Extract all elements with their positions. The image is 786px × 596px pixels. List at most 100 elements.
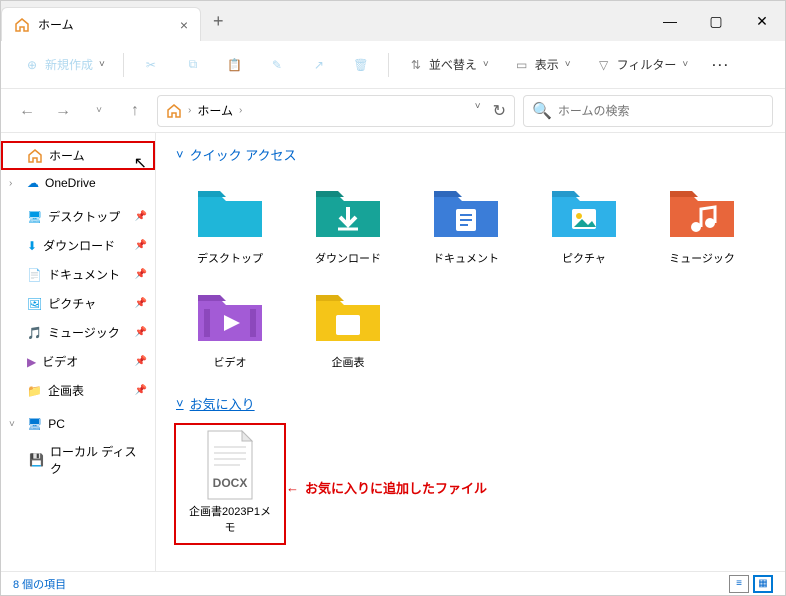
- sort-button[interactable]: ⇅ 並べ替え ˅: [397, 50, 499, 80]
- forward-button[interactable]: →: [49, 97, 77, 125]
- rename-icon: ✎: [268, 56, 286, 74]
- paste-button[interactable]: 📋: [216, 50, 254, 80]
- download-icon: ⬇: [27, 239, 37, 253]
- home-icon: [166, 103, 182, 119]
- sidebar-item-pictures[interactable]: 🖼ピクチャ📌: [1, 289, 155, 318]
- sidebar-item-videos[interactable]: ▶ビデオ📌: [1, 347, 155, 376]
- close-button[interactable]: ✕: [739, 1, 785, 41]
- chevron-down-icon[interactable]: ˅: [9, 419, 21, 430]
- refresh-icon[interactable]: ↻: [493, 101, 506, 121]
- sidebar-item-pc[interactable]: ˅ 🖥 PC: [1, 411, 155, 437]
- item-music[interactable]: ミュージック: [648, 176, 756, 270]
- item-videos[interactable]: ビデオ: [176, 280, 284, 374]
- sidebar-label: ピクチャ: [48, 295, 96, 312]
- item-label: ドキュメント: [433, 250, 499, 266]
- copy-button[interactable]: ⧉: [174, 50, 212, 80]
- sidebar-item-downloads[interactable]: ⬇ ダウンロード 📌: [1, 231, 155, 260]
- item-plans[interactable]: 企画表: [294, 280, 402, 374]
- sidebar-item-onedrive[interactable]: › ☁ OneDrive: [1, 170, 155, 196]
- more-button[interactable]: ···: [702, 52, 740, 78]
- item-documents[interactable]: ドキュメント: [412, 176, 520, 270]
- annotation-callout: ← お気に入りに追加したファイル: [286, 478, 487, 497]
- delete-button[interactable]: 🗑: [342, 50, 380, 80]
- sort-icon: ⇅: [407, 56, 425, 74]
- annotation-text: お気に入りに追加したファイル: [305, 478, 487, 497]
- sidebar-item-localdisk[interactable]: 💾ローカル ディスク: [1, 437, 155, 483]
- pin-icon: 📌: [135, 356, 147, 367]
- view-label: 表示: [535, 56, 559, 73]
- filter-icon: ▽: [595, 56, 613, 74]
- recent-button[interactable]: ˅: [85, 97, 113, 125]
- item-downloads[interactable]: ダウンロード: [294, 176, 402, 270]
- search-box[interactable]: 🔍: [523, 95, 773, 127]
- separator: [388, 53, 389, 77]
- window-controls: — ▢ ✕: [647, 1, 785, 41]
- sidebar-item-documents[interactable]: 📄ドキュメント📌: [1, 260, 155, 289]
- folder-document-icon: [430, 183, 502, 241]
- chevron-right-icon: ›: [188, 105, 191, 116]
- crumb-home[interactable]: ホーム: [197, 102, 233, 119]
- search-icon: 🔍: [532, 101, 552, 121]
- pin-icon: 📌: [135, 327, 147, 338]
- section-favorites[interactable]: ˅ お気に入り: [176, 394, 765, 413]
- item-label: ビデオ: [214, 354, 247, 370]
- plus-circle-icon: ⊕: [23, 56, 41, 74]
- pin-icon: 📌: [135, 298, 147, 309]
- search-input[interactable]: [558, 104, 764, 118]
- pin-icon: 📌: [135, 385, 147, 396]
- up-button[interactable]: ↑: [121, 97, 149, 125]
- cloud-icon: ☁: [27, 176, 39, 190]
- item-label: ミュージック: [669, 250, 735, 266]
- chevron-down-icon[interactable]: ˅: [475, 101, 481, 121]
- trash-icon: 🗑: [352, 56, 370, 74]
- share-button[interactable]: ↗: [300, 50, 338, 80]
- sidebar-item-music[interactable]: 🎵ミュージック📌: [1, 318, 155, 347]
- folder-music-icon: [666, 183, 738, 241]
- paste-icon: 📋: [226, 56, 244, 74]
- separator: [123, 53, 124, 77]
- folder-download-icon: [312, 183, 384, 241]
- rename-button[interactable]: ✎: [258, 50, 296, 80]
- sort-label: 並べ替え: [429, 56, 477, 73]
- view-icons-button[interactable]: ▦: [753, 575, 773, 593]
- quick-access-grid: デスクトップ ダウンロード ドキュメント ピクチャ ミュージック ビデオ: [176, 176, 765, 374]
- item-pictures[interactable]: ピクチャ: [530, 176, 638, 270]
- tab-close-icon[interactable]: ×: [180, 17, 188, 33]
- chevron-right-icon: ›: [239, 105, 242, 116]
- item-label: デスクトップ: [197, 250, 263, 266]
- pc-icon: 🖥: [27, 417, 42, 431]
- new-button[interactable]: ⊕ 新規作成 ˅: [13, 50, 115, 80]
- filter-button[interactable]: ▽ フィルター ˅: [585, 50, 699, 80]
- cut-button[interactable]: ✂: [132, 50, 170, 80]
- tab-home[interactable]: ホーム ×: [1, 7, 201, 41]
- chevron-down-icon: ˅: [682, 59, 688, 70]
- share-icon: ↗: [310, 56, 328, 74]
- sidebar-item-desktop[interactable]: 🖥デスクトップ📌: [1, 202, 155, 231]
- titlebar: ホーム × + — ▢ ✕: [1, 1, 785, 41]
- back-button[interactable]: ←: [13, 97, 41, 125]
- minimize-button[interactable]: —: [647, 1, 693, 41]
- chevron-right-icon[interactable]: ›: [9, 178, 21, 189]
- sidebar-label: ビデオ: [42, 353, 78, 370]
- new-label: 新規作成: [45, 56, 93, 73]
- chevron-down-icon: ˅: [176, 396, 184, 411]
- view-details-button[interactable]: ≡: [729, 575, 749, 593]
- maximize-button[interactable]: ▢: [693, 1, 739, 41]
- view-button[interactable]: ▭ 表示 ˅: [503, 50, 581, 80]
- view-icon: ▭: [513, 56, 531, 74]
- section-quick-access[interactable]: ˅ クイック アクセス: [176, 145, 765, 164]
- arrow-left-icon: ←: [286, 480, 299, 495]
- folder-plans-icon: [312, 287, 384, 345]
- sidebar-label: ダウンロード: [43, 237, 115, 254]
- pin-icon: 📌: [135, 240, 147, 251]
- item-desktop[interactable]: デスクトップ: [176, 176, 284, 270]
- item-docx-file[interactable]: DOCX 企画書2023P1メモ: [176, 425, 284, 543]
- sidebar-label: PC: [48, 417, 65, 431]
- new-tab-button[interactable]: +: [201, 11, 236, 32]
- sidebar-item-plans[interactable]: 📁企画表📌: [1, 376, 155, 405]
- copy-icon: ⧉: [184, 56, 202, 74]
- item-label: ダウンロード: [315, 250, 381, 266]
- address-bar[interactable]: › ホーム › ˅ ↻: [157, 95, 515, 127]
- sidebar-item-home[interactable]: ホーム ↖: [1, 141, 155, 170]
- folder-video-icon: [194, 287, 266, 345]
